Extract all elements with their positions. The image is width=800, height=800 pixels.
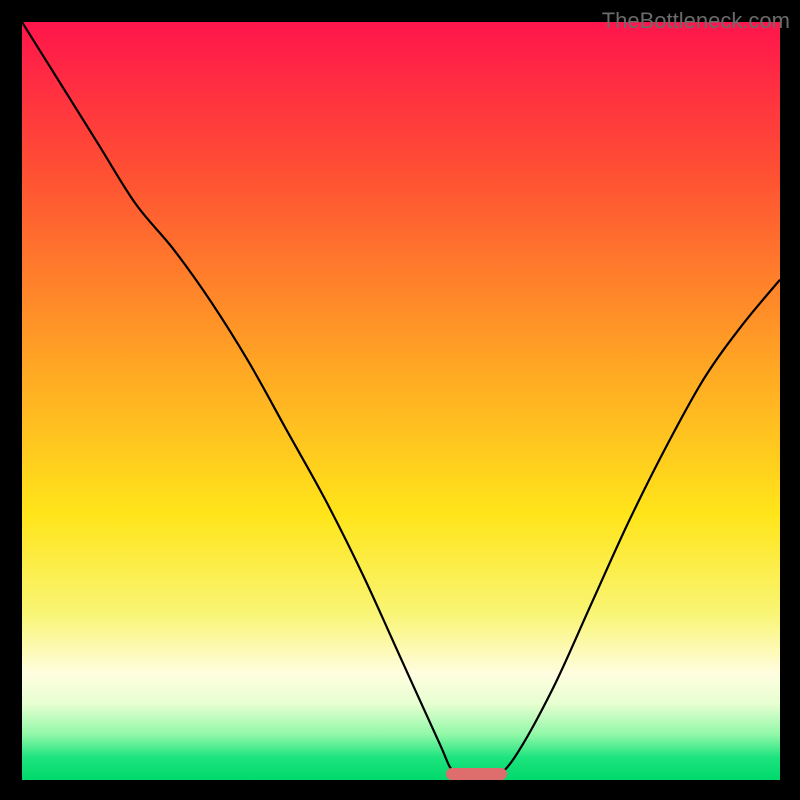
watermark-text: TheBottleneck.com [602,8,790,34]
bottleneck-curve [22,22,780,780]
plot-area [22,22,780,780]
optimal-marker [446,768,507,780]
